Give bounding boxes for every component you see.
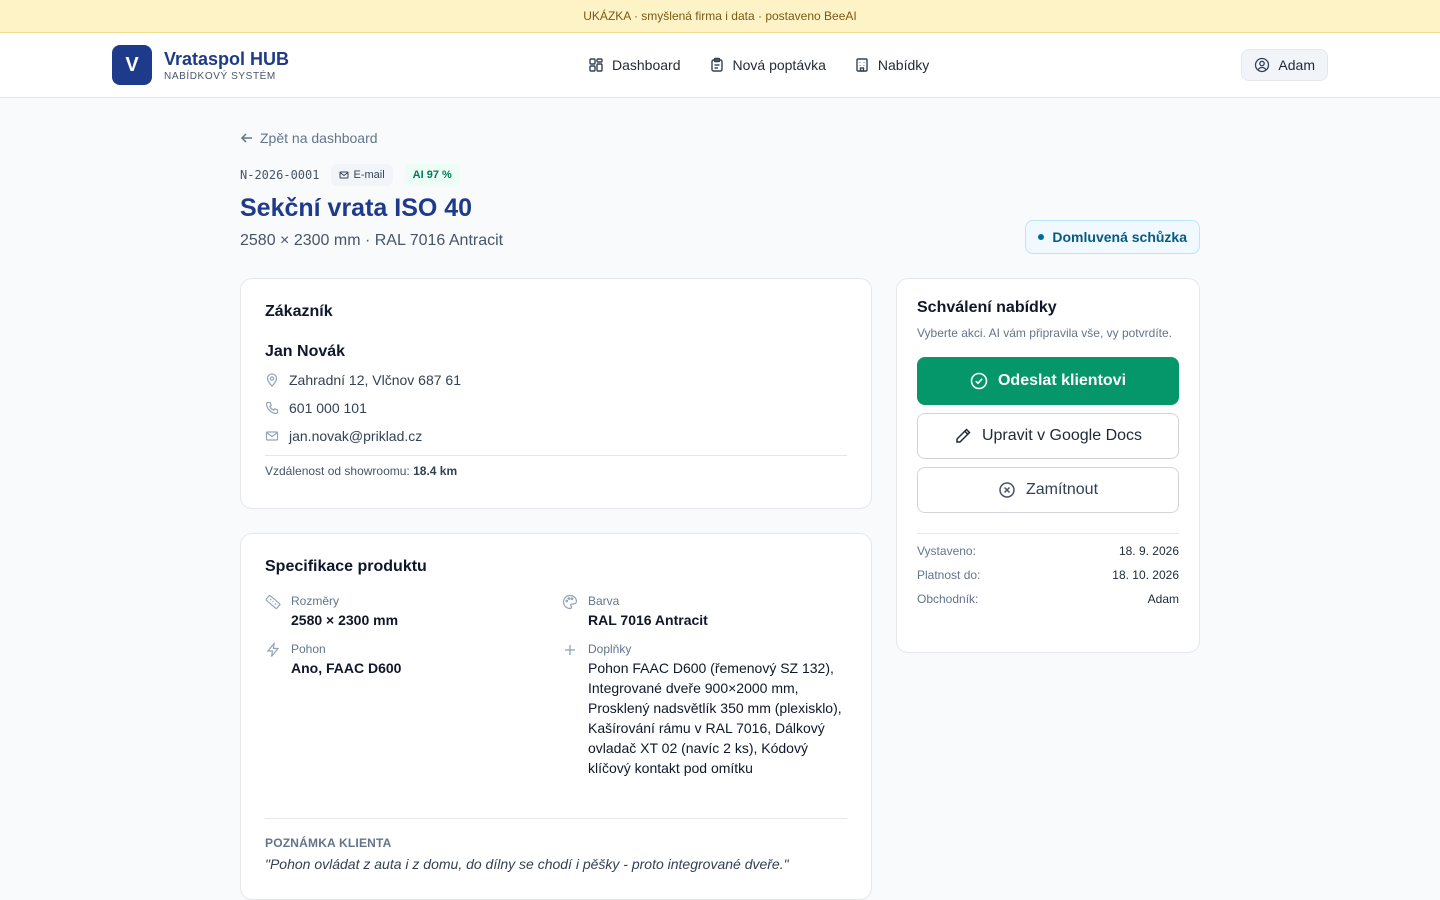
palette-icon xyxy=(562,594,578,610)
offer-meta: N-2026-0001 E-mail AI 97 % xyxy=(240,164,460,186)
send-to-client-label: Odeslat klientovi xyxy=(997,372,1127,389)
offer-reference: N-2026-0001 xyxy=(240,168,320,182)
user-menu-button[interactable]: Adam xyxy=(1241,49,1328,81)
spec-dimensions: Rozměry 2580 × 2300 mm xyxy=(265,594,545,630)
approval-card-title: Schválení nabídky xyxy=(917,299,1057,316)
issued-row: Vystaveno: 18. 9. 2026 xyxy=(917,544,1179,558)
customer-email-text: jan.novak@priklad.cz xyxy=(289,428,423,444)
main-nav: Dashboard Nová poptávka Nabídky xyxy=(588,33,929,97)
page-title: Sekční vrata ISO 40 xyxy=(240,194,473,222)
phone-icon xyxy=(265,401,279,415)
brand[interactable]: V Vrataspol HUB NABÍDKOVÝ SYSTÉM xyxy=(112,45,289,85)
client-note-label: POZNÁMKA KLIENTA xyxy=(265,836,392,850)
nav-new-inquiry-label: Nová poptávka xyxy=(732,57,826,73)
spec-dimensions-label: Rozměry xyxy=(291,594,340,608)
brand-subtitle: NABÍDKOVÝ SYSTÉM xyxy=(164,70,276,82)
source-chip: E-mail xyxy=(331,164,393,186)
map-pin-icon xyxy=(266,373,278,387)
spec-drive: Pohon Ano, FAAC D600 xyxy=(265,642,545,678)
plus-icon xyxy=(565,645,575,655)
customer-phone[interactable]: 601 000 101 xyxy=(265,399,847,417)
edit-in-google-docs-button[interactable]: Upravit v Google Docs xyxy=(917,413,1179,459)
customer-card: Zákazník Jan Novák Zahradní 12, Vlčnov 6… xyxy=(240,278,872,509)
status-dot xyxy=(1038,234,1045,240)
back-label: Zpět na dashboard xyxy=(260,130,378,146)
spec-dimensions-value: 2580 × 2300 mm xyxy=(291,612,399,628)
mail-icon xyxy=(339,171,349,179)
arrow-left-icon xyxy=(240,133,252,143)
customer-address-text: Zahradní 12, Vlčnov 687 61 xyxy=(289,372,462,388)
nav-dashboard[interactable]: Dashboard xyxy=(588,57,681,73)
status-badge[interactable]: Domluvená schůzka xyxy=(1025,220,1200,254)
spec-drive-value: Ano, FAAC D600 xyxy=(291,660,402,676)
dashboard-icon xyxy=(589,58,603,72)
nav-new-inquiry[interactable]: Nová poptávka xyxy=(709,57,826,73)
status-label: Domluvená schůzka xyxy=(1052,229,1187,245)
mail-icon xyxy=(265,431,279,441)
spec-grid: Rozměry 2580 × 2300 mm Barva RAL 7016 An… xyxy=(265,594,847,804)
valid-until-row: Platnost do: 18. 10. 2026 xyxy=(917,568,1179,582)
reject-label: Zamítnout xyxy=(1025,481,1099,498)
send-to-client-button[interactable]: Odeslat klientovi xyxy=(917,357,1179,405)
top-bar: V Vrataspol HUB NABÍDKOVÝ SYSTÉM Dashboa… xyxy=(0,33,1440,98)
valid-until-value: 18. 10. 2026 xyxy=(1112,568,1179,582)
edit-in-google-docs-label: Upravit v Google Docs xyxy=(981,427,1143,444)
dealer-value: Adam xyxy=(1147,592,1179,606)
spec-color-value: RAL 7016 Antracit xyxy=(588,612,708,628)
spec-card-title: Specifikace produktu xyxy=(265,558,427,575)
customer-email[interactable]: jan.novak@priklad.cz xyxy=(265,427,847,445)
lightning-icon xyxy=(266,642,280,657)
back-to-dashboard-link[interactable]: Zpět na dashboard xyxy=(240,130,378,146)
dealer-label: Obchodník: xyxy=(917,592,979,606)
reject-button[interactable]: Zamítnout xyxy=(917,467,1179,513)
brand-name: Vrataspol HUB xyxy=(164,48,290,69)
source-chip-label: E-mail xyxy=(353,169,385,181)
building-icon xyxy=(856,58,868,72)
approval-subtitle: Vyberte akci. AI vám připravila vše, vy … xyxy=(917,326,1172,340)
client-note-text: "Pohon ovládat z auta i z domu, do dílny… xyxy=(265,856,789,872)
customer-address: Zahradní 12, Vlčnov 687 61 xyxy=(265,371,847,389)
ai-confidence-chip: AI 97 % xyxy=(404,164,460,186)
dealer-row: Obchodník: Adam xyxy=(917,592,1179,606)
page-subtitle: 2580 × 2300 mm · RAL 7016 Antracit xyxy=(240,232,504,249)
customer-divider xyxy=(265,455,847,456)
spec-extras-label: Doplňky xyxy=(588,642,632,656)
spec-color-label: Barva xyxy=(588,594,620,608)
valid-until-label: Platnost do: xyxy=(917,568,981,582)
demo-banner-text: UKÁZKA · smyšlená firma i data · postave… xyxy=(583,9,857,23)
approval-card: Schválení nabídky Vyberte akci. AI vám p… xyxy=(896,278,1200,653)
check-circle-icon xyxy=(970,372,988,390)
issued-value: 18. 9. 2026 xyxy=(1118,544,1179,558)
distance-label: Vzdálenost od showroomu: xyxy=(265,464,410,478)
nav-dashboard-label: Dashboard xyxy=(612,57,681,73)
nav-offers[interactable]: Nabídky xyxy=(854,57,929,73)
product-spec-card: Specifikace produktu Rozměry 2580 × 2300… xyxy=(240,533,872,900)
spec-color: Barva RAL 7016 Antracit xyxy=(562,594,852,630)
pencil-icon xyxy=(956,428,971,443)
x-circle-icon xyxy=(999,482,1015,498)
ruler-icon xyxy=(265,595,281,609)
showroom-distance: Vzdálenost od showroomu: 18.4 km xyxy=(265,464,847,478)
note-divider xyxy=(265,818,847,819)
customer-card-title: Zákazník xyxy=(265,303,333,320)
issued-label: Vystaveno: xyxy=(917,544,976,558)
spec-extras: Doplňky Pohon FAAC D600 (řemenový SZ 132… xyxy=(562,642,852,778)
demo-banner: UKÁZKA · smyšlená firma i data · postave… xyxy=(0,0,1440,33)
spec-drive-label: Pohon xyxy=(291,642,326,656)
user-circle-icon xyxy=(1255,57,1270,73)
approval-divider xyxy=(917,533,1179,534)
brand-logo: V xyxy=(112,45,152,85)
customer-phone-text: 601 000 101 xyxy=(289,400,367,416)
distance-value: 18.4 km xyxy=(413,464,458,478)
clipboard-icon xyxy=(710,57,723,72)
customer-name: Jan Novák xyxy=(265,343,346,360)
nav-offers-label: Nabídky xyxy=(877,57,930,73)
spec-extras-value: Pohon FAAC D600 (řemenový SZ 132), Integ… xyxy=(588,660,842,776)
user-name: Adam xyxy=(1278,57,1315,73)
